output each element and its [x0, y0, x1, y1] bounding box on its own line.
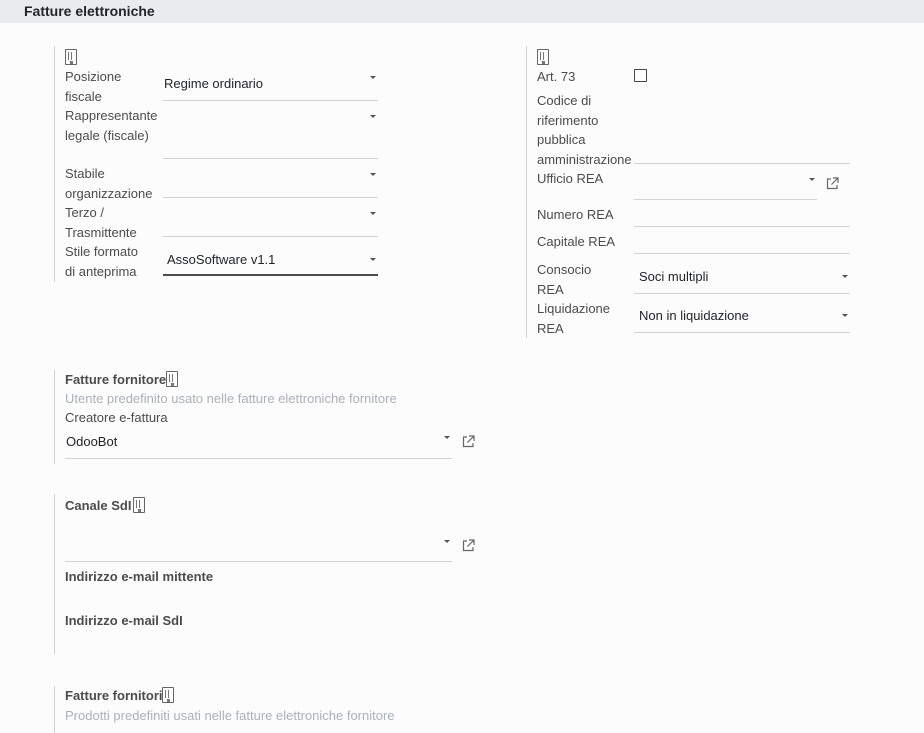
chevron-down-icon[interactable] — [444, 540, 450, 543]
supplier-invoices-group: Fatture fornitore Utente predefinito usa… — [54, 370, 494, 464]
supplier-invoices-title: Fatture fornitore — [65, 372, 167, 387]
section-title: Fatture elettroniche — [24, 3, 155, 19]
consocio-rea-select[interactable]: Soci multipli — [634, 266, 850, 294]
building-icon — [537, 49, 549, 65]
sender-email-label: Indirizzo e-mail mittente — [65, 569, 214, 584]
art73-checkbox[interactable] — [634, 69, 647, 82]
stabile-organizzazione-select[interactable] — [163, 170, 378, 198]
sdi-channel-group: Canale SdI Indirizzo e-mail mittente Ind… — [54, 494, 494, 654]
creatore-efattura-select[interactable]: OdooBot — [65, 432, 452, 459]
chevron-down-icon[interactable] — [842, 314, 848, 317]
sdi-email-label: Indirizzo e-mail SdI — [65, 613, 183, 628]
label-stile-formato: Stile formato di anteprima — [65, 244, 138, 279]
supplier-products-help: Prodotti predefiniti usati nelle fatture… — [65, 708, 395, 723]
liquidazione-rea-value: Non in liquidazione — [639, 308, 749, 323]
section-header: Fatture elettroniche — [0, 0, 924, 23]
chevron-down-icon[interactable] — [370, 212, 376, 215]
external-link-icon[interactable] — [462, 435, 475, 448]
label-posizione-fiscale: Posizione fiscale — [65, 69, 122, 104]
building-icon — [133, 497, 145, 513]
label-numero-rea: Numero REA — [537, 207, 614, 222]
supplier-products-group: Fatture fornitori Prodotti predefiniti u… — [54, 686, 494, 733]
ufficio-rea-select[interactable] — [634, 170, 817, 200]
supplier-invoices-help: Utente predefinito usato nelle fatture e… — [65, 391, 397, 406]
chevron-down-icon[interactable] — [444, 436, 450, 439]
external-link-icon[interactable] — [462, 539, 475, 552]
building-icon — [166, 371, 178, 387]
terzo-trasmittente-select[interactable] — [163, 209, 378, 237]
label-consocio-rea: Consocio REA — [537, 262, 592, 297]
label-liquidazione-rea: Liquidazione REA — [537, 301, 611, 336]
label-ufficio-rea: Ufficio REA — [537, 171, 604, 186]
label-art73: Art. 73 — [537, 69, 576, 84]
label-creatore-efattura: Creatore e-fattura — [65, 410, 168, 425]
right-panel: Art. 73 Codice di riferimento pubblica a… — [526, 46, 856, 338]
chevron-down-icon[interactable] — [842, 275, 848, 278]
codice-riferimento-input[interactable] — [634, 144, 850, 164]
building-icon — [65, 49, 77, 65]
liquidazione-rea-select[interactable]: Non in liquidazione — [634, 305, 850, 333]
label-stabile-organizzazione: Stabile organizzazione — [65, 166, 153, 201]
stile-formato-select[interactable]: AssoSoftware v1.1 — [163, 248, 378, 276]
sdi-channel-title: Canale SdI — [65, 498, 132, 513]
posizione-fiscale-value: Regime ordinario — [164, 76, 263, 91]
chevron-down-icon[interactable] — [370, 258, 376, 261]
chevron-down-icon[interactable] — [809, 178, 815, 181]
chevron-down-icon[interactable] — [370, 76, 376, 79]
numero-rea-input[interactable] — [634, 206, 850, 227]
label-terzo-trasmittente: Terzo / Trasmittente — [65, 205, 137, 240]
stile-formato-value: AssoSoftware v1.1 — [167, 252, 276, 267]
chevron-down-icon[interactable] — [370, 115, 376, 118]
consocio-rea-value: Soci multipli — [639, 269, 709, 284]
label-capitale-rea: Capitale REA — [537, 234, 616, 249]
chevron-down-icon[interactable] — [370, 173, 376, 176]
building-icon — [162, 687, 174, 703]
supplier-products-title: Fatture fornitori — [65, 688, 163, 703]
label-codice-riferimento: Codice di riferimento pubblica amministr… — [537, 93, 632, 167]
rappresentante-legale-select[interactable] — [163, 112, 378, 159]
creatore-efattura-value: OdooBot — [66, 434, 118, 449]
posizione-fiscale-select[interactable]: Regime ordinario — [163, 73, 378, 101]
sdi-channel-select[interactable] — [65, 534, 452, 562]
label-rappresentante-legale: Rappresentante legale (fiscale) — [65, 108, 158, 143]
left-panel: Posizione fiscale Regime ordinario Rappr… — [54, 46, 394, 282]
external-link-icon[interactable] — [826, 177, 839, 190]
capitale-rea-input[interactable] — [634, 233, 850, 254]
